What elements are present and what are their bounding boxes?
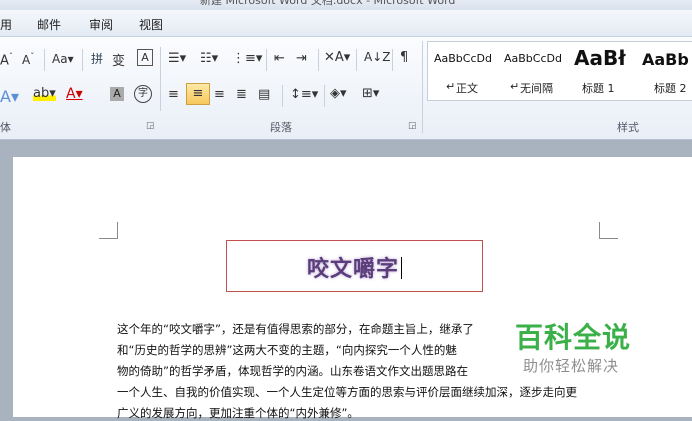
document-title-text: 咬文嚼字 <box>306 256 399 282</box>
document-title[interactable]: 咬文嚼字 <box>227 251 482 283</box>
window-title: 新建 Microsoft Word 文档.docx - Microsoft Wo… <box>200 0 456 7</box>
margin-corner-top-left <box>99 222 118 239</box>
title-bar: 新建 Microsoft Word 文档.docx - Microsoft Wo… <box>0 0 692 10</box>
font-group-label: 体 <box>0 121 11 134</box>
character-border-icon[interactable]: A <box>137 49 153 66</box>
style-heading-1[interactable]: AaBł 标题 1 <box>568 42 630 100</box>
style-no-spacing[interactable]: AaBbCcDd ↵ 无间隔 <box>498 42 566 100</box>
decrease-indent-icon[interactable]: ⇤ <box>274 51 285 66</box>
paragraph-group-label: 段落 <box>270 121 292 134</box>
shading-icon[interactable]: ◈▾ <box>330 86 347 101</box>
style-heading-1-name: 标题 1 <box>582 82 615 95</box>
chinese-layout-icon[interactable]: ✕A▾ <box>324 50 350 65</box>
watermark-slogan: 助你轻松解决 <box>523 357 620 375</box>
ribbon-tab-bar: 用 邮件 审阅 视图 <box>0 10 692 37</box>
align-center-icon[interactable]: ≡ <box>186 83 210 105</box>
paragraph-line-4[interactable]: 一个人生、自我的价值实现、一个人生定位等方面的思索与评价层面继续加深，逐步走向更 <box>117 384 577 400</box>
style-heading-2[interactable]: AaBb 标题 2 <box>638 42 692 100</box>
show-formatting-marks-icon[interactable]: ¶ <box>400 50 408 65</box>
style-no-spacing-marker: ↵ <box>510 80 520 93</box>
line-spacing-icon[interactable]: ↕≡▾ <box>290 87 318 102</box>
ribbon: Aˆ Aˇ Aa▾ 拼 变 A A▾ ab▾ A▾ A 字 体 ◲ ☰▾ ☷▾ … <box>0 37 692 140</box>
paragraph-line-1[interactable]: 这个年的“咬文嚼字”，还是有值得思索的部分，在命题主旨上，继承了 <box>117 321 474 337</box>
paragraph-dialog-launcher-icon[interactable]: ◲ <box>408 121 417 131</box>
enclosed-character-icon[interactable]: 字 <box>134 85 152 103</box>
styles-group-label: 样式 <box>617 121 639 134</box>
align-left-icon[interactable]: ≡ <box>168 87 179 102</box>
text-effect-icon[interactable]: A▾ <box>0 87 19 106</box>
style-normal-marker: ↵ <box>446 80 456 93</box>
borders-icon[interactable]: ⊞▾ <box>362 86 379 101</box>
title-text-box[interactable]: 咬文嚼字 <box>226 240 483 292</box>
paragraph-line-5[interactable]: 广义的发展方向，更加注重个体的“内外兼修”。 <box>117 405 359 421</box>
document-page[interactable]: 咬文嚼字 这个年的“咬文嚼字”，还是有值得思索的部分，在命题主旨上，继承了 和“… <box>13 157 692 420</box>
numbering-icon[interactable]: ☷▾ <box>200 51 218 66</box>
font-color-icon[interactable]: A▾ <box>66 86 83 102</box>
tab-mailings[interactable]: 邮件 <box>37 16 61 33</box>
tab-use[interactable]: 用 <box>0 16 12 33</box>
character-shading-icon[interactable]: A <box>110 87 124 101</box>
quick-styles-gallery: AaBbCcDd ↵ 正文 AaBbCcDd ↵ 无间隔 AaBł 标题 1 A… <box>427 41 692 101</box>
sort-icon[interactable]: A↓Z <box>364 50 390 64</box>
margin-corner-top-right <box>599 222 618 239</box>
paragraph-line-3[interactable]: 物的倚助”的哲学矛盾，体现哲学的内涵。山东卷语文作文出题思路在 <box>117 363 468 379</box>
shrink-font-icon[interactable]: Aˇ <box>22 52 34 67</box>
style-no-spacing-preview: AaBbCcDd <box>504 52 562 65</box>
justify-icon[interactable]: ≣ <box>236 87 247 102</box>
phonetic-guide-icon[interactable]: 拼 <box>91 50 103 67</box>
style-normal[interactable]: AaBbCcDd ↵ 正文 <box>428 42 496 100</box>
change-case-icon[interactable]: Aa▾ <box>52 52 74 66</box>
font-dialog-launcher-icon[interactable]: ◲ <box>146 121 155 131</box>
tab-review[interactable]: 审阅 <box>89 16 113 33</box>
align-right-icon[interactable]: ≡ <box>214 87 225 102</box>
tab-view[interactable]: 视图 <box>139 16 163 33</box>
style-no-spacing-name: 无间隔 <box>520 82 553 95</box>
multilevel-list-icon[interactable]: ⋮≡▾ <box>232 51 262 66</box>
text-cursor <box>401 257 402 279</box>
style-normal-preview: AaBbCcDd <box>434 52 492 65</box>
style-normal-name: 正文 <box>456 82 478 95</box>
increase-indent-icon[interactable]: ⇥ <box>296 51 307 66</box>
highlight-color-icon[interactable]: ab▾ <box>33 86 56 101</box>
style-heading-1-preview: AaBł <box>574 46 626 70</box>
style-heading-2-name: 标题 2 <box>654 82 687 95</box>
style-heading-2-preview: AaBb <box>642 50 689 69</box>
enclose-character-icon[interactable]: 变 <box>112 50 125 69</box>
paragraph-line-2[interactable]: 和“历史的哲学的思辨”这两大不变的主题，“向内探究一个人性的魅 <box>117 342 457 358</box>
bullets-icon[interactable]: ☰▾ <box>168 51 186 66</box>
grow-font-icon[interactable]: Aˆ <box>0 52 13 68</box>
watermark-logo: 百科全说 <box>515 321 632 354</box>
distributed-icon[interactable]: ▤ <box>258 87 270 102</box>
